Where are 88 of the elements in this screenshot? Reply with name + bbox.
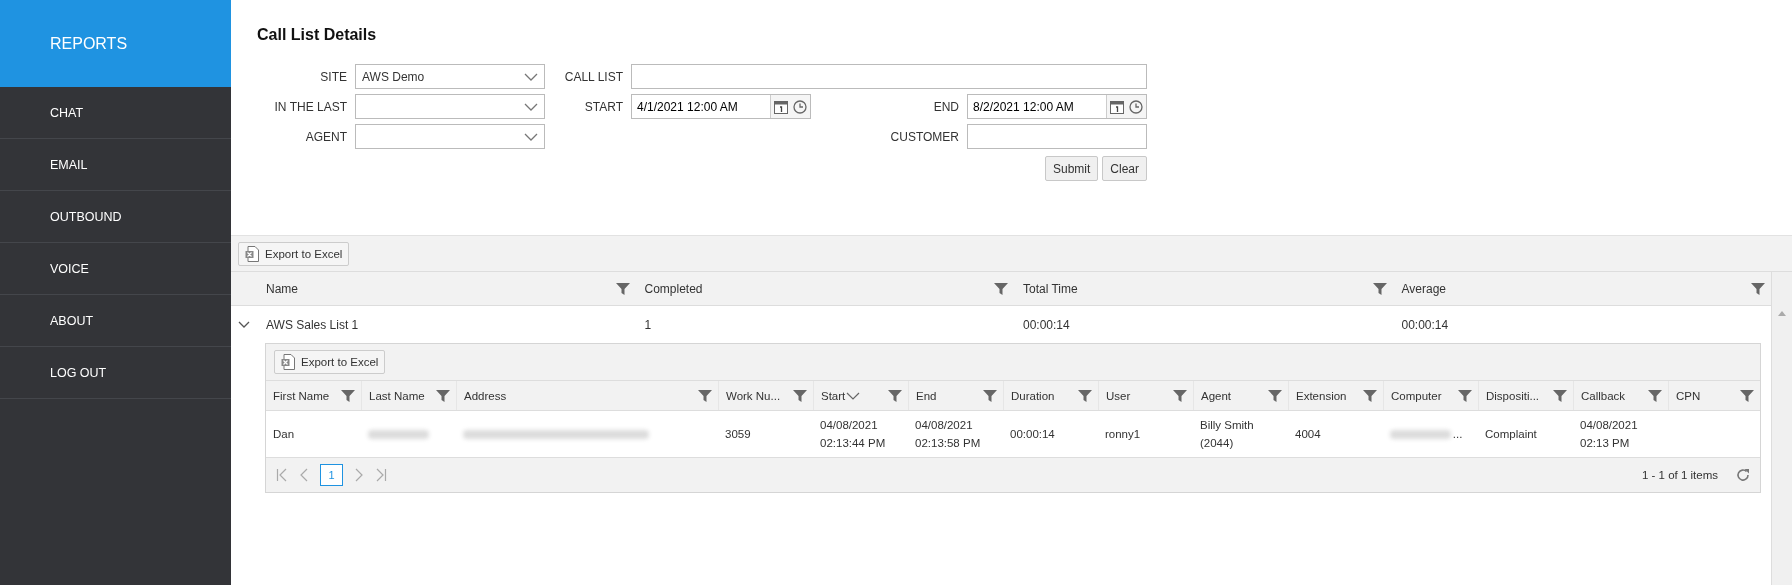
filter-icon[interactable] [1078, 389, 1092, 402]
table-cell-text: 00:00:14 [1010, 427, 1055, 442]
column-header[interactable]: Duration [1011, 389, 1055, 402]
clock-icon[interactable] [1129, 99, 1144, 114]
calendar-icon[interactable] [773, 99, 788, 114]
clock-icon[interactable] [793, 99, 808, 114]
chevron-down-icon [524, 132, 538, 141]
field-label: CALL LIST [563, 69, 623, 84]
column-header[interactable]: First Name [273, 389, 330, 402]
filter-icon[interactable] [1458, 389, 1472, 402]
table-cell-text: 4004 [1295, 427, 1321, 442]
column-header[interactable]: End [916, 389, 937, 402]
column-header[interactable]: Last Name [369, 389, 425, 402]
table-cell-text: 3059 [725, 427, 751, 442]
export-button[interactable]: Export to Excel [274, 350, 386, 374]
table-cell-text: Dan [273, 427, 295, 442]
dropdown-field[interactable] [355, 94, 545, 119]
sidebar-item[interactable]: CHAT [0, 87, 231, 139]
filter-icon[interactable] [1268, 389, 1282, 402]
column-header[interactable]: CPN [1676, 389, 1701, 402]
date-field[interactable]: 8/2/2021 12:00 AM [967, 94, 1147, 119]
scrollbar[interactable] [1771, 272, 1792, 585]
chevron-down-icon [524, 102, 538, 111]
date-field[interactable]: 4/1/2021 12:00 AM [631, 94, 811, 119]
filter-icon[interactable] [1751, 282, 1765, 295]
filter-icon[interactable] [436, 389, 450, 402]
refresh-icon[interactable] [1736, 468, 1750, 482]
filter-icon[interactable] [698, 389, 712, 402]
filter-icon[interactable] [983, 389, 997, 402]
redacted-text [1390, 429, 1451, 439]
calendar-icon[interactable] [1109, 99, 1124, 114]
pager-info: 1 - 1 of 1 items [1641, 469, 1718, 481]
table-cell-text: ... [1452, 427, 1463, 442]
input-field[interactable] [631, 64, 1147, 89]
column-header[interactable]: Work Nu... [726, 389, 781, 402]
table-cell: 00:00:14 [1401, 317, 1449, 332]
table-cell-text: Complaint [1485, 427, 1537, 442]
column-header[interactable]: Dispositi... [1486, 389, 1540, 402]
form-button[interactable]: Submit [1044, 156, 1099, 181]
column-header[interactable]: Address [464, 389, 507, 402]
filter-icon[interactable] [793, 389, 807, 402]
filter-icon[interactable] [1363, 389, 1377, 402]
table-cell-text: 04/08/2021 02:13 PM [1580, 418, 1639, 451]
column-header[interactable]: Extension [1296, 389, 1347, 402]
scroll-up-icon [1778, 311, 1786, 316]
filter-icon[interactable] [1173, 389, 1187, 402]
table-cell-text: 04/08/2021 02:13:58 PM [915, 418, 982, 451]
filter-icon[interactable] [615, 282, 630, 295]
sidebar-item[interactable]: EMAIL [0, 139, 231, 191]
column-header[interactable]: Total Time [1023, 281, 1078, 296]
column-header[interactable]: Start [821, 389, 846, 402]
column-header[interactable]: Callback [1581, 389, 1626, 402]
table-cell-text: ronny1 [1105, 427, 1141, 442]
input-field[interactable] [967, 124, 1147, 149]
dropdown-field[interactable] [355, 124, 545, 149]
table-cell: AWS Sales List 1 [266, 317, 359, 332]
sidebar-item[interactable]: OUTBOUND [0, 191, 231, 243]
spreadsheet-icon [245, 246, 259, 262]
table-cell-text: 04/08/2021 02:13:44 PM [820, 418, 887, 451]
filter-icon[interactable] [1648, 389, 1662, 402]
field-label: IN THE LAST [273, 99, 347, 114]
filter-icon[interactable] [1372, 282, 1387, 295]
table-cell-text: Billy Smith (2044) [1200, 418, 1255, 451]
field-label: START [583, 99, 623, 114]
page-title: Call List Details [257, 26, 378, 44]
table-cell: 1 [644, 317, 652, 332]
column-header[interactable]: User [1106, 389, 1131, 402]
column-header[interactable]: Name [266, 281, 298, 296]
filter-icon[interactable] [341, 389, 355, 402]
column-header[interactable]: Completed [644, 281, 703, 296]
field-label: AGENT [304, 129, 347, 144]
column-header[interactable]: Agent [1201, 389, 1232, 402]
table-cell: 00:00:14 [1023, 317, 1070, 332]
redacted-text [368, 429, 429, 439]
field-label: CUSTOMER [889, 129, 959, 144]
dropdown-field[interactable]: AWS Demo [355, 64, 545, 89]
filter-icon[interactable] [994, 282, 1008, 295]
filter-icon[interactable] [1740, 389, 1754, 402]
filter-icon[interactable] [1553, 389, 1567, 402]
field-label: SITE [319, 69, 347, 84]
filter-icon[interactable] [888, 389, 902, 402]
column-header[interactable]: Computer [1391, 389, 1442, 402]
field-label: END [932, 99, 959, 114]
spreadsheet-icon [281, 354, 295, 370]
form-button[interactable]: Clear [1102, 156, 1147, 181]
chevron-down-icon [524, 72, 538, 81]
export-button[interactable]: Export to Excel [238, 242, 350, 266]
column-header[interactable]: Average [1401, 281, 1446, 296]
